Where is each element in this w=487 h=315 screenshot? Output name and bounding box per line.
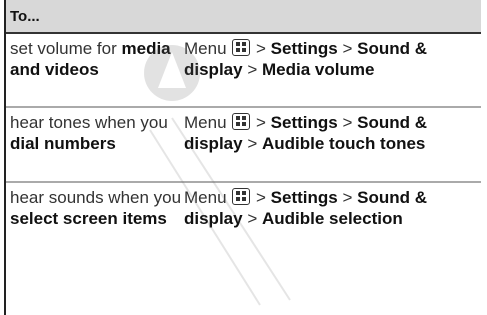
path-cell: Menu > Settings > Sound & display > Audi… <box>184 188 428 228</box>
to-cell: hear sounds when you select screen items <box>10 188 182 228</box>
path-cell: Menu > Settings > Sound & display > Audi… <box>184 113 428 153</box>
to-cell: set volume for media and videos <box>10 39 171 79</box>
menu-key-icon <box>232 39 251 56</box>
table-row: hear sounds when you select screen items… <box>6 181 481 315</box>
settings-table: To... set volume for media and videos Me… <box>4 0 481 315</box>
menu-key-icon <box>232 113 251 130</box>
header-to: To... <box>10 7 40 25</box>
to-cell: hear tones when you dial numbers <box>10 113 168 153</box>
menu-key-icon <box>232 188 251 205</box>
table-header: To... <box>6 0 481 32</box>
path-cell: Menu > Settings > Sound & display > Medi… <box>184 39 428 79</box>
table-row: set volume for media and videos Menu > S… <box>6 32 481 106</box>
table-row: hear tones when you dial numbers Menu > … <box>6 106 481 181</box>
